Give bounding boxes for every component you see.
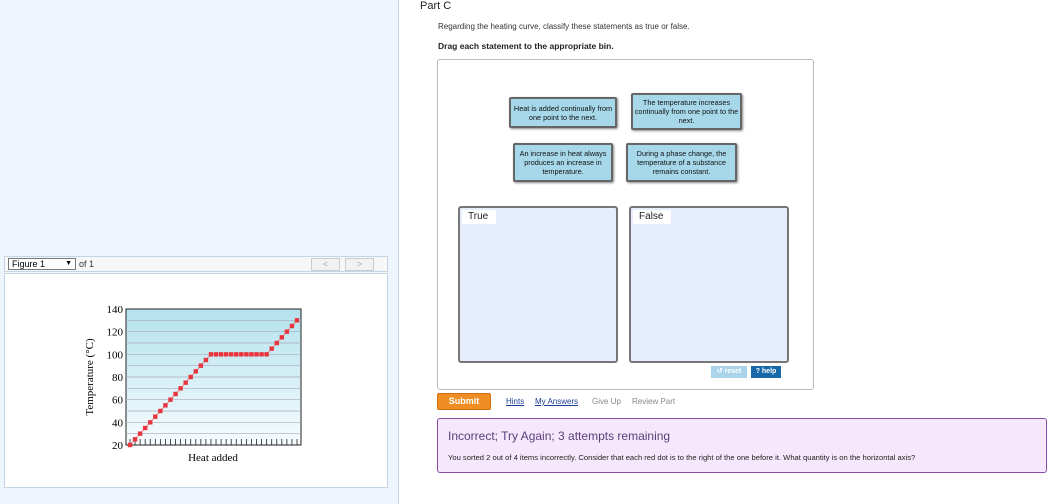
data-point <box>294 318 300 323</box>
data-point <box>153 414 158 419</box>
figure-toolbar: Figure 1 ▼ of 1 < > <box>4 256 388 272</box>
my-answers-link[interactable]: My Answers <box>535 397 578 406</box>
statement-card[interactable]: During a phase change, the temperature o… <box>626 143 737 182</box>
data-point <box>163 403 168 408</box>
submit-button[interactable]: Submit <box>437 393 491 410</box>
data-point <box>223 352 229 357</box>
feedback-message: You sorted 2 out of 4 items incorrectly.… <box>448 453 916 462</box>
y-tick-label: 20 <box>112 440 124 452</box>
hints-link[interactable]: Hints <box>506 397 524 406</box>
true-bin[interactable]: True <box>458 206 618 363</box>
y-axis-label: Temperature (°C) <box>84 338 96 416</box>
figure-select[interactable]: Figure 1 ▼ <box>8 258 76 270</box>
prev-figure-button[interactable]: < <box>311 258 340 271</box>
false-bin-label: False <box>633 210 672 224</box>
data-point <box>234 352 239 357</box>
figure-panel: Figure 1 ▼ of 1 < > 20 40 60 80 100 120 140 Tem… <box>0 0 399 504</box>
figure-area: 20 40 60 80 100 120 140 Temperature (°C) Heat … <box>4 273 388 488</box>
heating-curve-chart: 20 40 60 80 100 120 140 Temperature (°C) Heat … <box>84 304 302 464</box>
data-point <box>183 380 188 385</box>
y-tick-label: 100 <box>107 349 124 361</box>
data-point <box>239 352 244 357</box>
give-up-link[interactable]: Give Up <box>592 397 621 406</box>
data-point <box>127 442 133 448</box>
figure-select-value: Figure 1 <box>12 259 46 269</box>
data-point <box>274 340 279 346</box>
statement-card[interactable]: The temperature increases continually fr… <box>631 93 742 130</box>
data-point <box>198 363 204 368</box>
feedback-title: Incorrect; Try Again; 3 attempts remaini… <box>448 429 671 443</box>
y-tick-label: 40 <box>112 417 124 429</box>
data-point <box>148 420 153 425</box>
y-tick-label: 140 <box>107 304 124 316</box>
chevron-down-icon: ▼ <box>65 260 72 267</box>
figure-count: of 1 <box>79 259 95 269</box>
data-point <box>193 369 198 374</box>
y-tick-label: 120 <box>107 327 124 339</box>
data-point <box>173 391 178 397</box>
data-point <box>259 352 264 357</box>
x-axis-label: Heat added <box>188 452 238 464</box>
data-point <box>249 352 254 357</box>
reset-button[interactable]: ↺ reset <box>711 366 747 378</box>
help-button[interactable]: ? help <box>751 366 781 378</box>
data-point <box>229 352 234 357</box>
data-point <box>178 386 183 391</box>
statement-card[interactable]: An increase in heat always produces an i… <box>513 143 613 182</box>
review-part-link[interactable]: Review Part <box>632 397 675 406</box>
data-point <box>158 408 163 414</box>
data-point <box>289 323 295 329</box>
drag-drop-area: Heat is added continually from one point… <box>437 59 814 390</box>
data-point <box>142 425 148 431</box>
y-tick-label: 60 <box>112 395 124 407</box>
false-bin[interactable]: False <box>629 206 789 363</box>
data-point <box>208 352 214 357</box>
instruction-text: Regarding the heating curve, classify th… <box>438 22 690 31</box>
data-point <box>254 352 259 357</box>
data-point <box>188 374 193 380</box>
true-bin-label: True <box>462 210 497 224</box>
data-point <box>284 329 290 334</box>
drag-instruction: Drag each statement to the appropriate b… <box>438 41 614 51</box>
data-point <box>279 335 285 340</box>
y-tick-label: 80 <box>112 372 124 384</box>
data-point <box>218 352 224 357</box>
data-point <box>168 397 173 402</box>
feedback-box: Incorrect; Try Again; 3 attempts remaini… <box>437 418 1047 473</box>
statement-card[interactable]: Heat is added continually from one point… <box>509 97 617 128</box>
next-figure-button[interactable]: > <box>345 258 374 271</box>
data-point <box>132 437 138 442</box>
data-point <box>264 352 269 357</box>
data-point <box>203 357 209 363</box>
part-title: Part C <box>420 0 452 12</box>
data-point <box>269 346 274 351</box>
question-panel: Part C Regarding the heating curve, clas… <box>420 0 1055 504</box>
data-point <box>244 352 249 357</box>
data-point <box>213 352 219 357</box>
data-point <box>137 431 143 436</box>
